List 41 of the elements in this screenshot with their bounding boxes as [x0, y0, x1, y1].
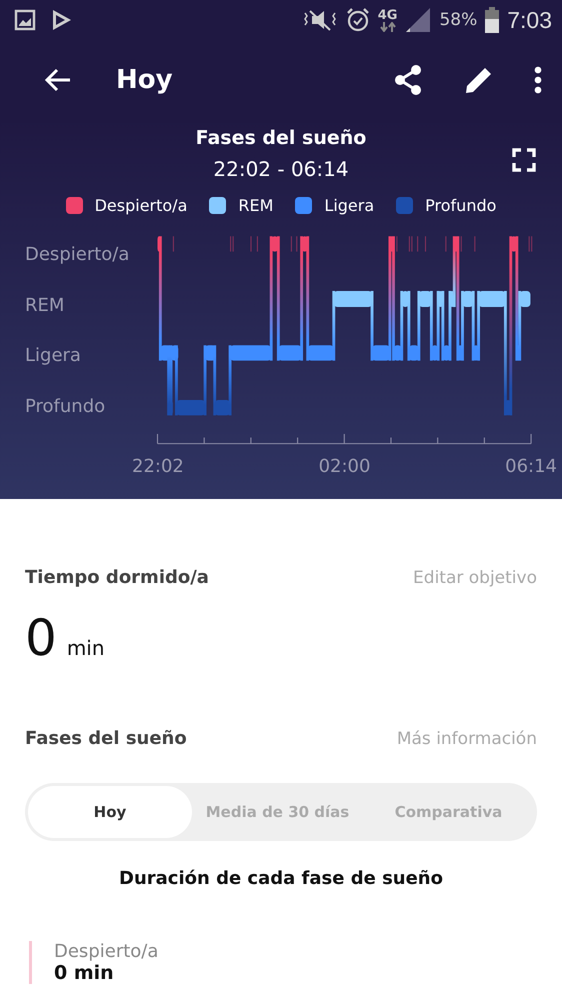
axis-label: 06:14 — [505, 456, 557, 477]
stage-duration: 0 min — [54, 962, 115, 984]
fullscreen-icon — [512, 148, 536, 172]
legend-label: Profundo — [425, 196, 496, 214]
axis-label: REM — [25, 294, 66, 318]
fullscreen-button[interactable] — [510, 146, 538, 174]
mute-icon — [302, 8, 338, 32]
segment-tab[interactable]: Hoy — [28, 786, 192, 838]
segment-tab[interactable]: Media de 30 días — [192, 786, 363, 838]
sleep-duration: 0 — [25, 610, 57, 666]
network-label: 4G — [378, 8, 398, 22]
battery-icon — [485, 7, 500, 33]
picture-icon — [14, 9, 36, 31]
edit-goal-link[interactable]: Editar objetivo — [413, 568, 537, 588]
legend-label: Despierto/a — [94, 196, 188, 214]
axis-label: 02:00 — [318, 456, 370, 477]
axis-label: Ligera — [25, 344, 82, 368]
time-range: 22:02 - 06:14 — [213, 156, 349, 183]
axis-label: Profundo — [25, 395, 106, 420]
battery-level: 58% — [439, 10, 478, 30]
data-arrows-icon — [380, 22, 396, 32]
share-icon — [392, 64, 424, 96]
axis-label: Despierto/a — [25, 243, 130, 267]
signal-icon — [405, 7, 432, 33]
pencil-icon — [464, 65, 494, 95]
section-title: Tiempo dormido/a — [25, 567, 209, 588]
segment-tab[interactable]: Comparativa — [363, 786, 534, 838]
screen-title: Hoy — [116, 65, 173, 95]
back-arrow-icon — [44, 68, 72, 92]
axis-label: 22:02 — [132, 456, 184, 477]
legend-label: Ligera — [324, 196, 374, 214]
more-info-link[interactable]: Más información — [396, 728, 537, 748]
menu-dots-icon — [534, 66, 542, 94]
section-subtitle: Duración de cada fase de sueño — [118, 868, 444, 889]
chart-title: Fases del sueño — [194, 126, 368, 151]
unit-label: min — [66, 636, 105, 660]
legend-label: REM — [238, 196, 274, 214]
clock: 7:03 — [507, 6, 552, 34]
stage-name: Despierto/a — [54, 941, 158, 962]
section-title: Fases del sueño — [25, 728, 187, 749]
alarm-icon — [346, 7, 370, 33]
